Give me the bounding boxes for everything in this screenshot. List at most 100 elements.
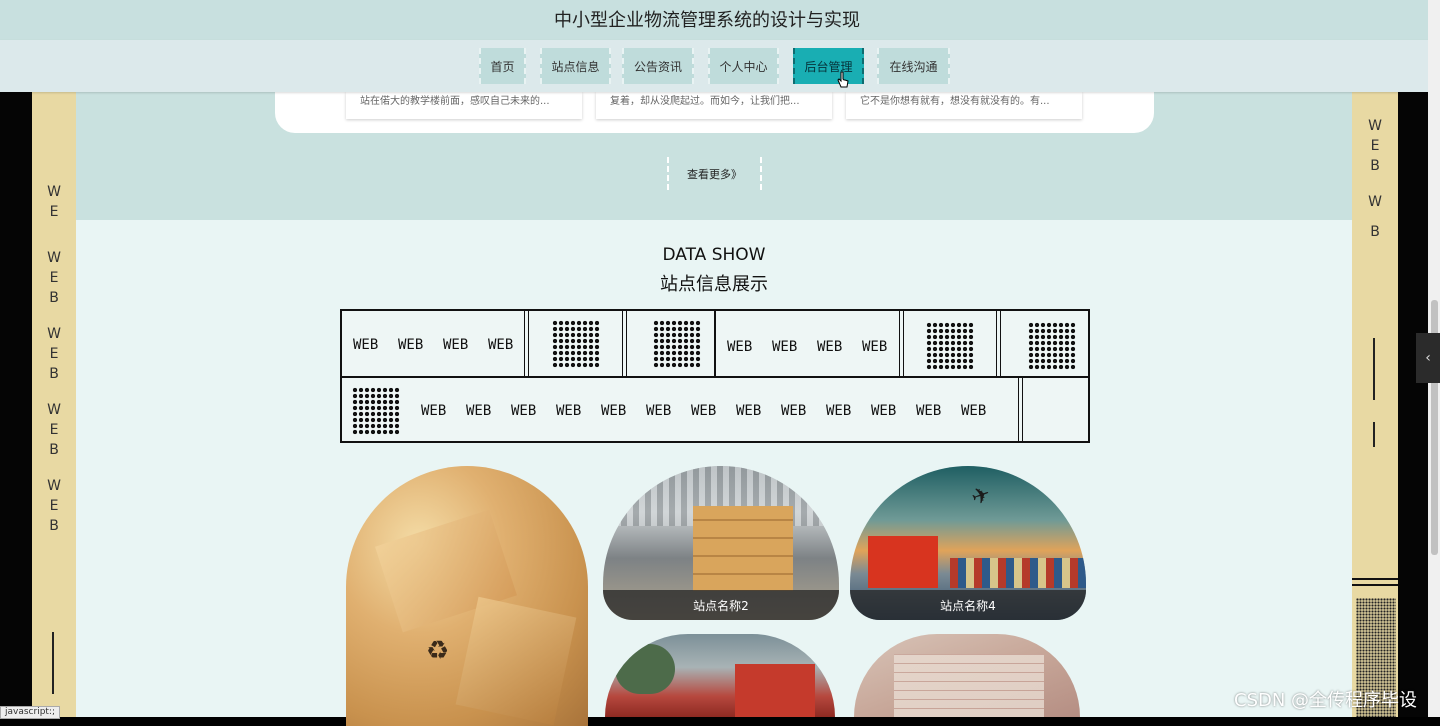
truck-detail: [868, 536, 938, 588]
rail-letter: B: [49, 442, 59, 458]
rail-line: [52, 632, 54, 694]
web-text: WEB: [817, 339, 843, 355]
web-text: WEB: [961, 403, 987, 419]
rail-letter: W: [47, 250, 61, 266]
rail-letter: B: [1370, 224, 1380, 240]
nav-admin[interactable]: 后台管理: [793, 48, 864, 84]
watermark: CSDN @全传程序毕设: [1234, 690, 1418, 711]
rail-letter: B: [1370, 158, 1380, 174]
recycle-icon: ♻: [426, 636, 450, 666]
banner-rule: [1018, 378, 1019, 441]
nav-stations[interactable]: 站点信息: [540, 48, 611, 84]
rail-letter: B: [49, 366, 59, 382]
nav-announcements[interactable]: 公告资讯: [622, 48, 694, 84]
rail-letter: E: [49, 204, 59, 220]
banner-rule: [524, 311, 525, 376]
chevron-left-icon: ‹: [1425, 350, 1431, 366]
banner-rule: [714, 311, 716, 376]
station-caption: 站点名称4: [850, 590, 1086, 620]
news-excerpt: 站在偌大的教学楼前面，感叹自己未来的...: [360, 96, 550, 107]
rail-letter: E: [1370, 138, 1380, 154]
main-nav: 首页 站点信息 公告资讯 个人中心 后台管理 在线沟通: [0, 40, 1428, 92]
news-card[interactable]: 它不是你想有就有，想没有就没有的。有...: [846, 92, 1082, 119]
banner-rule: [1000, 311, 1001, 376]
rail-letter: E: [49, 422, 59, 438]
web-text: WEB: [916, 403, 942, 419]
cargo-boxes-detail: [693, 506, 793, 591]
rail-letter: W: [47, 184, 61, 200]
banner-rule: [996, 311, 997, 376]
web-text: WEB: [826, 403, 852, 419]
banner-divider: [342, 376, 1088, 378]
tree-detail: [615, 644, 675, 694]
rail-letter: W: [1368, 194, 1382, 210]
left-edge: [0, 92, 32, 717]
banner-rule: [622, 311, 623, 376]
rail-letter: W: [47, 478, 61, 494]
rail-line: [1373, 338, 1375, 400]
pointer-cursor-icon: [837, 71, 849, 88]
rail-letter: B: [49, 290, 59, 306]
news-card[interactable]: 复着，却从没爬起过。而如今，让我们把...: [596, 92, 832, 119]
truck-detail: [735, 664, 815, 717]
section-title-cn: 站点信息展示: [660, 274, 768, 295]
web-text: WEB: [398, 337, 424, 353]
web-text: WEB: [353, 337, 379, 353]
rail-letter: W: [47, 326, 61, 342]
web-text: WEB: [556, 403, 582, 419]
web-text: WEB: [871, 403, 897, 419]
web-text: WEB: [488, 337, 514, 353]
web-text: WEB: [601, 403, 627, 419]
nav-chat[interactable]: 在线沟通: [877, 48, 950, 84]
dot-grid: [1028, 322, 1076, 370]
site-title: 中小型企业物流管理系统的设计与实现: [554, 10, 860, 31]
rail-letter: E: [49, 270, 59, 286]
right-decor-rail: W E B W B: [1352, 92, 1398, 717]
dot-grid: [552, 320, 600, 368]
banner-rule: [1022, 378, 1023, 441]
status-bar-link: javascript:;: [0, 706, 61, 719]
web-text: WEB: [727, 339, 753, 355]
rail-line: [1373, 422, 1375, 447]
web-text: WEB: [443, 337, 469, 353]
document-detail: [894, 654, 1044, 717]
news-excerpt: 它不是你想有就有，想没有就没有的。有...: [860, 96, 1050, 107]
rail-letter: E: [49, 346, 59, 362]
dot-grid: [352, 387, 400, 435]
container-port-detail: [950, 558, 1086, 588]
rail-letter: E: [49, 498, 59, 514]
rail-rule: [1352, 578, 1398, 580]
banner-rule: [626, 311, 627, 376]
banner-rule: [899, 311, 900, 376]
rail-letter: W: [47, 402, 61, 418]
box-photo-detail: [455, 596, 577, 726]
view-more-button[interactable]: 查看更多》: [667, 157, 762, 190]
web-text: WEB: [466, 403, 492, 419]
station-caption: 站点名称2: [603, 590, 839, 620]
banner-rule: [528, 311, 529, 376]
nav-profile[interactable]: 个人中心: [708, 48, 779, 84]
web-text: WEB: [781, 403, 807, 419]
left-decor-rail: W E W E B W E B W E B W E B: [32, 92, 76, 717]
rail-letter: W: [1368, 118, 1382, 134]
web-text: WEB: [862, 339, 888, 355]
web-text: WEB: [772, 339, 798, 355]
airplane-icon: ✈: [968, 481, 995, 512]
web-text: WEB: [736, 403, 762, 419]
title-bar: 中小型企业物流管理系统的设计与实现: [0, 0, 1428, 40]
station-tile-1[interactable]: ♻: [346, 466, 588, 726]
banner-rule: [903, 311, 904, 376]
rail-letter: B: [49, 518, 59, 534]
web-text: WEB: [421, 403, 447, 419]
dot-grid: [926, 322, 974, 370]
news-excerpt: 复着，却从没爬起过。而如今，让我们把...: [610, 96, 800, 107]
right-edge: [1398, 92, 1428, 717]
news-card[interactable]: 站在偌大的教学楼前面，感叹自己未来的...: [346, 92, 582, 119]
rail-rule: [1352, 584, 1398, 586]
web-decor-banner: WEB WEB WEB WEB WEB WEB WEB WEB WEB WEB …: [340, 309, 1090, 443]
station-tile-2[interactable]: 站点名称2: [603, 466, 839, 620]
web-text: WEB: [646, 403, 672, 419]
section-title-en: DATA SHOW: [662, 245, 766, 265]
side-collapse-toggle[interactable]: ‹: [1416, 333, 1440, 383]
nav-home[interactable]: 首页: [479, 48, 526, 84]
